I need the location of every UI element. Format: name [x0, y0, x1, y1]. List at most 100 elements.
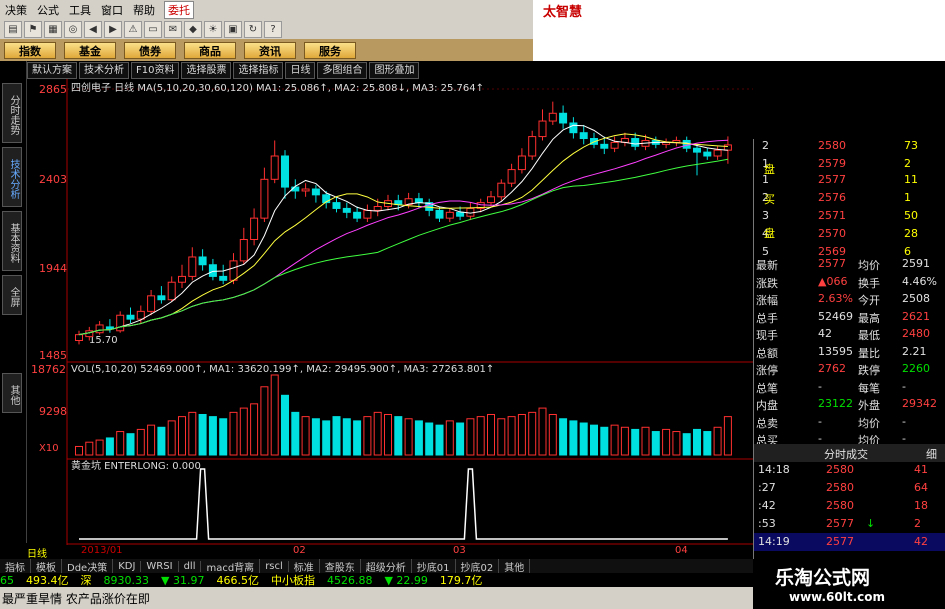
- blank-area: [533, 19, 945, 61]
- indicator-tab[interactable]: 超级分析: [361, 558, 412, 574]
- select-indicator-button[interactable]: 选择指标: [233, 62, 284, 79]
- multi-chart-button[interactable]: 多图组合: [317, 62, 368, 79]
- f10-button[interactable]: F10资料: [131, 62, 180, 79]
- mail-icon[interactable]: ✉: [164, 20, 182, 38]
- sun-icon[interactable]: ☀: [204, 20, 222, 38]
- candle-body: [342, 207, 351, 213]
- quote-value: 2: [762, 139, 769, 152]
- tech-analysis-button[interactable]: 技术分析: [79, 62, 129, 79]
- quote-value: -: [818, 414, 822, 428]
- help-icon[interactable]: ?: [264, 20, 282, 38]
- arrow-right-icon[interactable]: ▶: [104, 20, 122, 38]
- quote-key: 今开: [858, 294, 880, 307]
- quote-row: 最新 2577 均价 2591: [754, 255, 945, 273]
- buy-side-label: 买: [764, 193, 775, 206]
- quote-value: ▲066: [818, 274, 848, 288]
- overlay-button[interactable]: 图形叠加: [369, 62, 420, 79]
- quote-row: 总笔 - 每笔 -: [754, 378, 945, 396]
- menu-help[interactable]: 帮助: [128, 2, 160, 18]
- chart-icon[interactable]: ▤: [4, 20, 22, 38]
- cat-bond[interactable]: 债券: [124, 41, 176, 59]
- arrow-left-icon[interactable]: ◀: [84, 20, 102, 38]
- quote-key: 均价: [858, 416, 880, 430]
- volume-bar: [394, 416, 403, 456]
- buy-label-1: 买: [754, 189, 945, 207]
- tick-arrow: ↓: [866, 517, 876, 530]
- menu-tools[interactable]: 工具: [64, 2, 96, 18]
- tab-fundamental[interactable]: 基本资料: [2, 211, 22, 271]
- news-headline[interactable]: 最严重旱情 农产品涨价在即: [2, 590, 150, 607]
- volume-bar: [723, 416, 732, 456]
- candle-body: [198, 256, 207, 266]
- tab-other[interactable]: 其他: [2, 373, 22, 413]
- cat-commodity[interactable]: 商品: [184, 41, 236, 59]
- select-stock-button[interactable]: 选择股票: [181, 62, 232, 79]
- trade-tab[interactable]: 委托: [164, 0, 194, 19]
- ticker-item: 8930.33: [103, 573, 150, 587]
- menu-formula[interactable]: 公式: [32, 2, 64, 18]
- indicator-tab[interactable]: 其他: [499, 558, 531, 574]
- quote-row: 涨幅 2.63% 今开 2508: [754, 290, 945, 308]
- calendar-icon[interactable]: ▣: [224, 20, 242, 38]
- vol-y-label: 9298: [39, 405, 67, 418]
- quote-key: 总笔: [756, 381, 778, 395]
- volume-bar: [332, 416, 341, 456]
- ticker-item: 65: [0, 573, 14, 587]
- cat-service[interactable]: 服务: [304, 41, 356, 59]
- candle-body: [517, 155, 526, 171]
- tab-intraday[interactable]: 分时走势: [2, 83, 22, 143]
- volume-bar: [322, 420, 331, 456]
- candle-body: [260, 178, 269, 219]
- volume-bar: [682, 433, 691, 456]
- quote-key: 现手: [756, 329, 778, 342]
- menu-window[interactable]: 窗口: [96, 2, 128, 18]
- quote-value: 23122: [818, 397, 853, 410]
- cat-index[interactable]: 指数: [4, 41, 56, 59]
- watermark-title: 乐淘公式网: [775, 567, 871, 589]
- ticker-item: ▼ 31.97: [161, 573, 205, 587]
- tick-volume: 18: [914, 499, 928, 512]
- indicator-tab[interactable]: rscl: [260, 560, 289, 572]
- date-axis: 日线 2013/01 02 03 04: [27, 545, 753, 560]
- quote-row: 总额 13595 量比 2.21: [754, 343, 945, 361]
- candle-body: [373, 205, 382, 211]
- period-button[interactable]: 日线: [285, 62, 316, 79]
- quote-key: 涨停: [756, 364, 778, 377]
- volume-bar: [435, 424, 444, 456]
- volume-bar: [116, 431, 125, 456]
- candle-body: [239, 239, 248, 262]
- scheme-select[interactable]: 默认方案: [27, 62, 77, 79]
- ticker-item: 4526.88: [326, 573, 373, 587]
- price-y-label: 1944: [39, 262, 67, 275]
- candle-body: [208, 264, 217, 277]
- stock-chart[interactable]: 2865 2403 1944 1485 15.70 四创电子 日线 MA(5,1…: [27, 79, 753, 545]
- price-y-label: 2865: [39, 83, 67, 96]
- warning-icon[interactable]: ⚠: [124, 20, 142, 38]
- indicator-tab[interactable]: WRSI: [141, 560, 179, 572]
- quote-key: 均价: [858, 259, 880, 272]
- flag-icon[interactable]: ⚑: [24, 20, 42, 38]
- candle-body: [188, 256, 197, 277]
- volume-bar: [157, 426, 166, 456]
- candle-body: [167, 281, 176, 301]
- quote-value: 29342: [902, 397, 937, 410]
- refresh-icon[interactable]: ↻: [244, 20, 262, 38]
- volume-bar: [95, 439, 104, 456]
- quote-value: 2621: [902, 309, 930, 323]
- indicator-tab[interactable]: 查股东: [320, 558, 361, 574]
- cat-fund[interactable]: 基金: [64, 41, 116, 59]
- tab-fullscreen[interactable]: 全屏: [2, 275, 22, 315]
- menu-decision[interactable]: 决策: [0, 2, 32, 18]
- tab-technical[interactable]: 技术分析: [2, 147, 22, 207]
- grid-icon[interactable]: ▦: [44, 20, 62, 38]
- tick-time: :53: [758, 517, 776, 530]
- indicator-tab[interactable]: dll: [179, 560, 202, 572]
- cat-news[interactable]: 资讯: [244, 41, 296, 59]
- quote-row: 涨跌 ▲066 换手 4.46%: [754, 273, 945, 291]
- indicator-tab[interactable]: KDJ: [113, 560, 142, 572]
- print-icon[interactable]: ▭: [144, 20, 162, 38]
- volume-bar: [590, 424, 598, 456]
- volume-bar: [620, 426, 629, 456]
- diamond-icon[interactable]: ◆: [184, 20, 202, 38]
- binoculars-icon[interactable]: ◎: [64, 20, 82, 38]
